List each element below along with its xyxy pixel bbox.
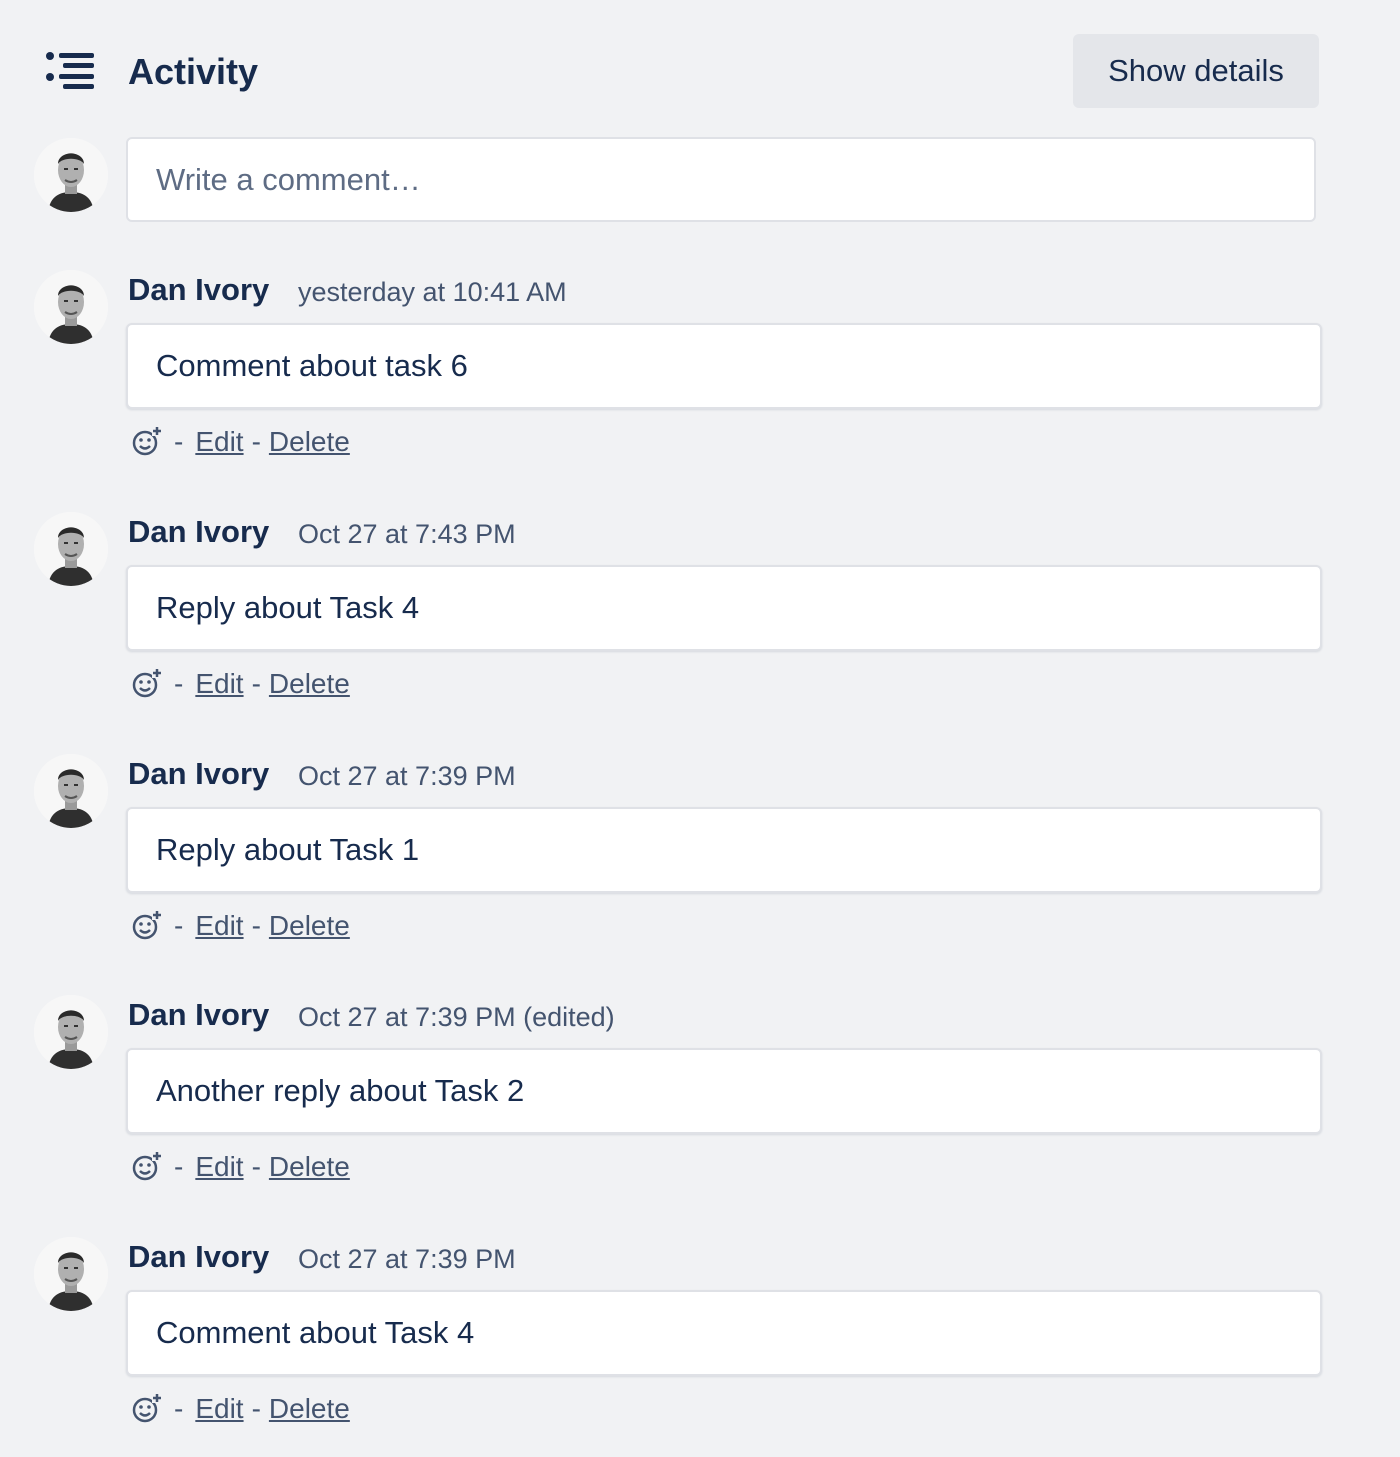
delete-link[interactable]: Delete <box>269 910 350 942</box>
comment-timestamp[interactable]: Oct 27 at 7:43 PM <box>298 516 516 552</box>
comment-item: Dan Ivory Oct 27 at 7:43 PM Reply about … <box>0 512 1400 732</box>
activity-header: Activity Show details <box>0 0 1400 120</box>
comment-input[interactable] <box>126 137 1316 222</box>
delete-link[interactable]: Delete <box>269 426 350 458</box>
comment-item: Dan Ivory Oct 27 at 7:39 PM Comment abou… <box>0 1237 1400 1457</box>
edit-link[interactable]: Edit <box>195 426 243 458</box>
activity-title: Activity <box>128 51 259 92</box>
edit-link[interactable]: Edit <box>195 1151 243 1183</box>
comment-body: Reply about Task 4 <box>126 565 1322 651</box>
comment-timestamp[interactable]: Oct 27 at 7:39 PM (edited) <box>298 999 615 1035</box>
comment-actions: - Edit - Delete <box>130 1147 350 1187</box>
add-reaction-icon[interactable] <box>130 1151 162 1183</box>
add-reaction-icon[interactable] <box>130 426 162 458</box>
show-details-button[interactable]: Show details <box>1073 34 1319 108</box>
action-separator: - <box>251 426 261 457</box>
action-separator: - <box>174 668 184 699</box>
comment-actions: - Edit - Delete <box>130 906 350 946</box>
edit-link[interactable]: Edit <box>195 1393 243 1425</box>
author-avatar[interactable] <box>34 270 108 344</box>
comment-timestamp[interactable]: Oct 27 at 7:39 PM <box>298 758 516 794</box>
comment-body: Reply about Task 1 <box>126 807 1322 893</box>
delete-link[interactable]: Delete <box>269 668 350 700</box>
comment-item: Dan Ivory Oct 27 at 7:39 PM (edited) Ano… <box>0 995 1400 1215</box>
author-avatar[interactable] <box>34 754 108 828</box>
current-user-avatar[interactable] <box>34 138 108 212</box>
comment-actions: - Edit - Delete <box>130 1389 350 1429</box>
action-separator: - <box>251 910 261 941</box>
add-reaction-icon[interactable] <box>130 668 162 700</box>
comment-timestamp[interactable]: Oct 27 at 7:39 PM <box>298 1241 516 1277</box>
author-avatar[interactable] <box>34 512 108 586</box>
add-reaction-icon[interactable] <box>130 910 162 942</box>
action-separator: - <box>251 1393 261 1424</box>
comment-author[interactable]: Dan Ivory <box>128 1237 269 1277</box>
comment-author[interactable]: Dan Ivory <box>128 754 269 794</box>
comment-body: Comment about task 6 <box>126 323 1322 409</box>
activity-list-icon <box>46 52 94 89</box>
action-separator: - <box>174 1151 184 1182</box>
action-separator: - <box>251 1151 261 1182</box>
comment-author[interactable]: Dan Ivory <box>128 995 269 1035</box>
author-avatar[interactable] <box>34 995 108 1069</box>
delete-link[interactable]: Delete <box>269 1393 350 1425</box>
delete-link[interactable]: Delete <box>269 1151 350 1183</box>
edit-link[interactable]: Edit <box>195 668 243 700</box>
comment-author[interactable]: Dan Ivory <box>128 270 269 310</box>
comment-author[interactable]: Dan Ivory <box>128 512 269 552</box>
comment-item: Dan Ivory yesterday at 10:41 AM Comment … <box>0 270 1400 490</box>
comment-body: Another reply about Task 2 <box>126 1048 1322 1134</box>
comment-item: Dan Ivory Oct 27 at 7:39 PM Reply about … <box>0 754 1400 974</box>
author-avatar[interactable] <box>34 1237 108 1311</box>
comment-timestamp[interactable]: yesterday at 10:41 AM <box>298 274 567 310</box>
action-separator: - <box>174 426 184 457</box>
comment-actions: - Edit - Delete <box>130 664 350 704</box>
edit-link[interactable]: Edit <box>195 910 243 942</box>
add-reaction-icon[interactable] <box>130 1393 162 1425</box>
comment-actions: - Edit - Delete <box>130 422 350 462</box>
action-separator: - <box>174 1393 184 1424</box>
action-separator: - <box>251 668 261 699</box>
action-separator: - <box>174 910 184 941</box>
comment-body: Comment about Task 4 <box>126 1290 1322 1376</box>
